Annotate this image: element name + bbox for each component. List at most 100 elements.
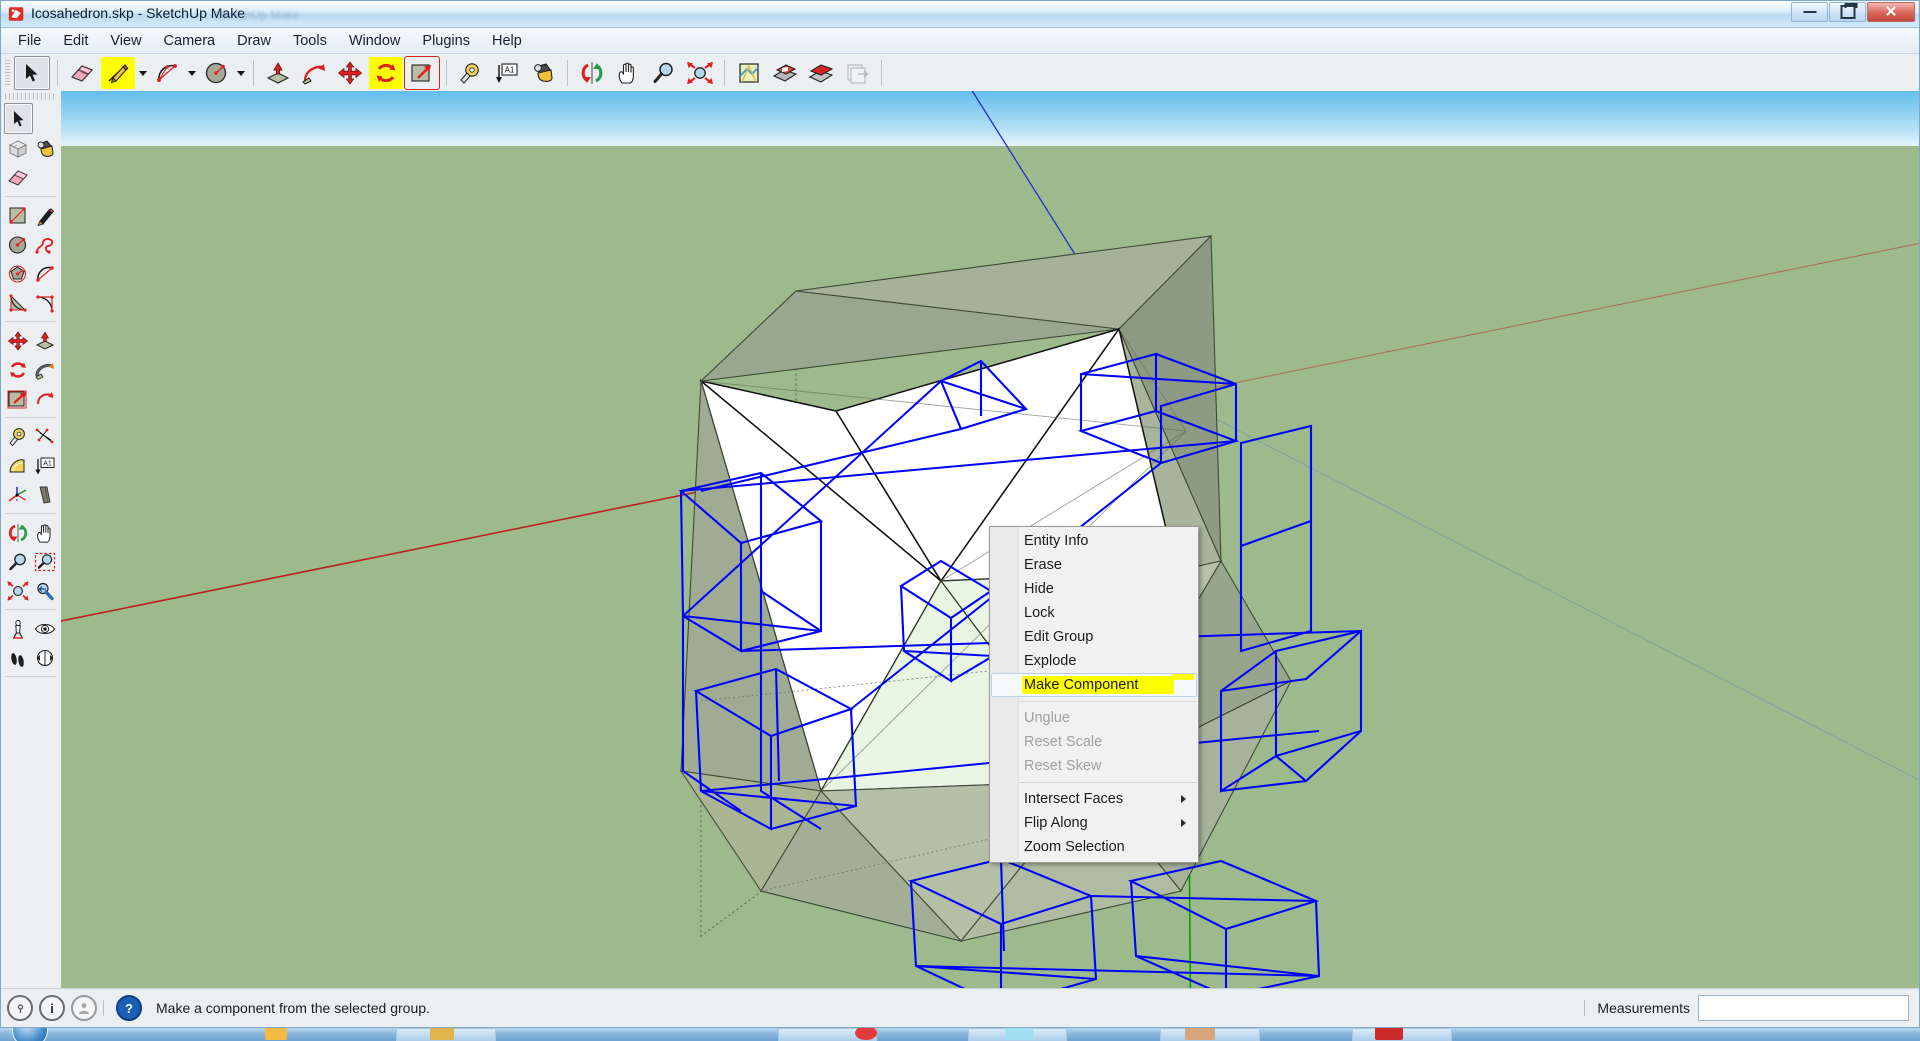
- left-arc-tool[interactable]: [31, 259, 58, 288]
- context-menu-item-erase[interactable]: Erase: [990, 553, 1198, 577]
- toolbar-line-tool[interactable]: [101, 57, 135, 89]
- context-menu-item-edit-group[interactable]: Edit Group: [990, 625, 1198, 649]
- left-section-plane-tool[interactable]: [31, 643, 58, 672]
- start-button[interactable]: [12, 1028, 48, 1041]
- menu-camera[interactable]: Camera: [153, 30, 227, 52]
- left-3d-text-tool[interactable]: [31, 480, 58, 509]
- context-menu-item-intersect-faces[interactable]: Intersect Faces: [990, 787, 1198, 811]
- help-icon[interactable]: ?: [116, 995, 142, 1021]
- context-menu-item-flip-along[interactable]: Flip Along: [990, 811, 1198, 835]
- chevron-down-icon: [187, 70, 196, 76]
- left-polygon-tool[interactable]: [4, 259, 31, 288]
- left-rectangle-tool[interactable]: [4, 201, 31, 230]
- toolbar-line-dropdown[interactable]: [136, 57, 149, 89]
- context-menu[interactable]: Entity Info Erase Hide Lock Edit Group E…: [989, 526, 1199, 863]
- taskbar-icon-sketchup[interactable]: [1375, 1028, 1403, 1040]
- left-make-component-tool[interactable]: [4, 134, 31, 163]
- user-account-icon[interactable]: [71, 995, 97, 1021]
- left-pie-tool[interactable]: [31, 288, 58, 317]
- left-zoom-extents-tool[interactable]: [4, 576, 31, 605]
- toolbar-paint-bucket-tool[interactable]: [526, 57, 560, 89]
- toolbar-scale-tool[interactable]: [404, 56, 440, 90]
- context-menu-item-hide[interactable]: Hide: [990, 577, 1198, 601]
- left-paint-bucket-tool[interactable]: [31, 134, 58, 163]
- context-menu-item-zoom-selection[interactable]: Zoom Selection: [990, 835, 1198, 859]
- toolbar-select-tool[interactable]: [14, 56, 50, 90]
- toolbar-zoom-extents-tool[interactable]: [683, 57, 717, 89]
- close-button[interactable]: ✕: [1867, 2, 1915, 22]
- left-line-tool[interactable]: [31, 201, 58, 230]
- context-menu-item-make-component[interactable]: Make Component: [990, 673, 1198, 697]
- left-look-around-tool[interactable]: [31, 614, 58, 643]
- toolbar-zoom-tool[interactable]: [647, 57, 681, 89]
- left-followme-tool[interactable]: [31, 355, 58, 384]
- left-select-tool[interactable]: [4, 103, 33, 134]
- toolbar-grip[interactable]: [5, 60, 10, 86]
- left-pan-tool[interactable]: [31, 518, 58, 547]
- left-pushpull-tool[interactable]: [31, 326, 58, 355]
- left-zoom-window-tool[interactable]: [31, 547, 58, 576]
- model-viewport[interactable]: Entity Info Erase Hide Lock Edit Group E…: [61, 91, 1919, 989]
- menu-window[interactable]: Window: [338, 30, 412, 52]
- left-position-camera-tool[interactable]: [4, 614, 31, 643]
- taskbar-icon-app-tan[interactable]: [1185, 1028, 1215, 1040]
- toolbar-circle-dropdown[interactable]: [234, 57, 247, 89]
- toolbar-model-3d-warehouse-tool[interactable]: [804, 57, 838, 89]
- toolbar-pan-tool[interactable]: [611, 57, 645, 89]
- toolbar-photo-textures-tool[interactable]: [768, 57, 802, 89]
- context-menu-item-lock[interactable]: Lock: [990, 601, 1198, 625]
- chevron-down-icon: [138, 70, 147, 76]
- taskbar-icon-app-cyan[interactable]: [1005, 1028, 1033, 1040]
- context-menu-item-entity-info[interactable]: Entity Info: [990, 529, 1198, 553]
- taskbar-icon-folder[interactable]: [430, 1028, 454, 1040]
- toolbar-tape-measure-tool[interactable]: [454, 57, 488, 89]
- credits-info-icon[interactable]: i: [39, 995, 65, 1021]
- left-walk-tool[interactable]: [4, 643, 31, 672]
- taskbar-icon-explorer[interactable]: [265, 1028, 287, 1040]
- text-label-icon: A1: [35, 457, 54, 474]
- toolbar-circle-tool[interactable]: [199, 57, 233, 89]
- geo-location-icon[interactable]: [7, 995, 33, 1021]
- left-rotate-tool[interactable]: [4, 355, 31, 384]
- left-previous-view-tool[interactable]: [31, 576, 58, 605]
- left-scale-tool[interactable]: [4, 384, 31, 413]
- minimize-button[interactable]: [1791, 2, 1828, 22]
- left-freehand-tool[interactable]: [31, 230, 58, 259]
- left-move-tool[interactable]: [4, 326, 31, 355]
- left-dimension-tool[interactable]: [31, 422, 58, 451]
- left-offset-tool[interactable]: [31, 384, 58, 413]
- restore-icon: [1840, 3, 1857, 19]
- menu-plugins[interactable]: Plugins: [411, 30, 481, 52]
- left-eraser-tool[interactable]: [4, 163, 31, 192]
- menu-draw[interactable]: Draw: [226, 30, 282, 52]
- restore-button[interactable]: [1829, 2, 1866, 22]
- left-circle-tool[interactable]: [4, 230, 31, 259]
- left-orbit-tool[interactable]: [4, 518, 31, 547]
- left-toolbar-grip[interactable]: [5, 93, 57, 100]
- toolbar-rotate-tool[interactable]: [369, 57, 403, 89]
- toolbar-add-location-tool[interactable]: [732, 57, 766, 89]
- left-two-point-arc-tool[interactable]: [4, 288, 31, 317]
- toolbar-orbit-tool[interactable]: [575, 57, 609, 89]
- menu-edit[interactable]: Edit: [52, 30, 99, 52]
- context-menu-item-explode[interactable]: Explode: [990, 649, 1198, 673]
- menu-tools[interactable]: Tools: [282, 30, 338, 52]
- toolbar-arc-tool[interactable]: [150, 57, 184, 89]
- toolbar-eraser-tool[interactable]: [65, 57, 99, 89]
- toolbar-text-tool[interactable]: A1: [490, 57, 524, 89]
- toolbar-pushpull-tool[interactable]: [261, 57, 295, 89]
- left-zoom-tool[interactable]: [4, 547, 31, 576]
- menu-view[interactable]: View: [99, 30, 152, 52]
- toolbar-move-tool[interactable]: [333, 57, 367, 89]
- toolbar-share-model-tool[interactable]: [840, 57, 874, 89]
- menu-help[interactable]: Help: [481, 30, 533, 52]
- left-text-tool[interactable]: A1: [31, 451, 58, 480]
- left-tape-measure-tool[interactable]: [4, 422, 31, 451]
- toolbar-arc-dropdown[interactable]: [185, 57, 198, 89]
- measurements-input[interactable]: [1698, 995, 1909, 1021]
- left-protractor-tool[interactable]: [4, 451, 31, 480]
- menu-file[interactable]: File: [7, 30, 52, 52]
- left-axes-tool[interactable]: [4, 480, 31, 509]
- toolbar-followme-tool[interactable]: [297, 57, 331, 89]
- windows-taskbar[interactable]: [0, 1027, 1920, 1041]
